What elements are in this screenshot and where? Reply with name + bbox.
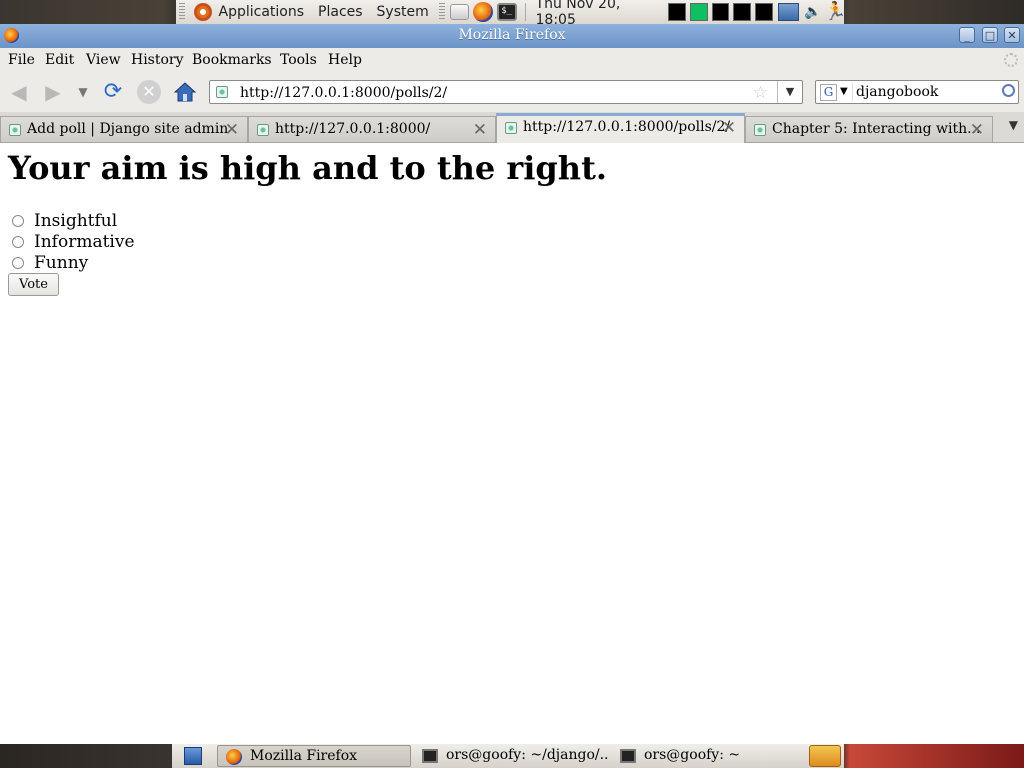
top-panel: Applications Places System $_ Thu Nov 20… (0, 0, 1024, 28)
close-tab-icon[interactable]: ✕ (722, 118, 736, 138)
places-menu[interactable]: Places (311, 4, 370, 20)
close-tab-icon[interactable]: ✕ (970, 120, 984, 140)
forward-arrow-icon[interactable]: ▶ (41, 81, 65, 103)
menu-edit[interactable]: Edit (45, 52, 74, 68)
vote-button[interactable]: Vote (8, 273, 59, 296)
tab-bar: Add poll | Django site admin ✕ http://12… (0, 112, 1024, 143)
address-bar[interactable]: http://127.0.0.1:8000/polls/2/ ☆ ▼ (209, 80, 803, 104)
tab-localhost[interactable]: http://127.0.0.1:8000/ ✕ (248, 116, 496, 142)
panel-separator (524, 3, 526, 21)
menu-history[interactable]: History (131, 52, 184, 68)
panel-handle[interactable] (438, 3, 445, 21)
close-tab-icon[interactable]: ✕ (473, 120, 487, 140)
panel-handle[interactable] (179, 3, 185, 21)
close-window-button[interactable]: ✕ (1004, 27, 1020, 43)
url-text[interactable]: http://127.0.0.1:8000/polls/2/ (240, 85, 447, 101)
history-dropdown-icon[interactable]: ▼ (74, 81, 92, 103)
tab-chapter-5[interactable]: Chapter 5: Interacting with... ✕ (745, 116, 993, 142)
tab-add-poll[interactable]: Add poll | Django site admin ✕ (0, 116, 248, 142)
bottom-panel: Mozilla Firefox ors@goofy: ~/django/... … (0, 744, 1024, 768)
applications-menu[interactable]: Applications (212, 4, 312, 20)
search-bar[interactable]: G ▼ (815, 80, 1019, 104)
terminal-icon[interactable]: $_ (496, 3, 517, 21)
taskbar-terminal-home[interactable]: ors@goofy: ~ (612, 745, 806, 767)
stop-icon[interactable]: ✕ (137, 80, 161, 104)
radio-button[interactable] (12, 236, 24, 248)
window-titlebar[interactable]: Mozilla Firefox _ □ ✕ (0, 24, 1024, 48)
tab-list-chevron-icon[interactable]: ▼ (1009, 118, 1018, 132)
show-desktop-icon[interactable] (184, 747, 202, 765)
tab-label: http://127.0.0.1:8000/ (275, 121, 431, 137)
taskbar-terminal-django[interactable]: ors@goofy: ~/django/... (414, 745, 608, 767)
tab-label: Chapter 5: Interacting with... (772, 121, 981, 137)
choice-label[interactable]: Funny (34, 253, 88, 273)
ubuntu-logo-icon[interactable] (193, 3, 212, 21)
logout-icon[interactable]: 🏃 (824, 2, 846, 22)
throbber-icon (1004, 53, 1018, 67)
task-label: ors@goofy: ~ (644, 747, 741, 763)
minimize-button[interactable]: _ (959, 27, 975, 43)
home-icon[interactable] (173, 81, 197, 103)
tab-label: http://127.0.0.1:8000/polls/2/ (523, 119, 731, 135)
menubar: File Edit View History Bookmarks Tools H… (0, 48, 1024, 72)
window-title: Mozilla Firefox (458, 27, 566, 43)
radio-button[interactable] (12, 215, 24, 227)
maximize-button[interactable]: □ (982, 27, 998, 43)
back-arrow-icon[interactable]: ◀ (7, 81, 31, 103)
close-tab-icon[interactable]: ✕ (225, 120, 239, 140)
menu-tools[interactable]: Tools (280, 52, 317, 68)
taskbar-firefox[interactable]: Mozilla Firefox (217, 745, 411, 767)
bookmark-star-icon[interactable]: ☆ (753, 83, 768, 103)
search-engine-button[interactable]: G ▼ (818, 83, 853, 101)
url-dropdown-icon[interactable]: ▼ (777, 81, 802, 103)
system-monitor-swap-icon[interactable] (733, 3, 752, 21)
firefox-icon[interactable] (473, 2, 493, 22)
choice-label[interactable]: Informative (34, 232, 135, 252)
bottom-panel-inner: Mozilla Firefox ors@goofy: ~/django/... … (172, 744, 844, 768)
volume-icon[interactable]: 🔈 (804, 4, 822, 20)
menu-view[interactable]: View (86, 52, 121, 68)
tab-favicon-icon (754, 124, 766, 136)
google-icon: G (820, 84, 837, 101)
site-identity-icon[interactable] (216, 86, 228, 98)
network-icon[interactable] (777, 3, 800, 21)
system-monitor-load-icon[interactable] (755, 3, 773, 21)
tab-favicon-icon (505, 122, 517, 134)
navigation-toolbar: ◀ ▶ ▼ ⟳ ✕ http://127.0.0.1:8000/polls/2/… (0, 72, 1024, 113)
panel-inner: Applications Places System $_ Thu Nov 20… (176, 0, 846, 28)
page-content: Your aim is high and to the right. Insig… (0, 143, 1024, 743)
search-icon[interactable] (1002, 84, 1015, 97)
tab-favicon-icon (9, 124, 21, 136)
firefox-icon (226, 749, 242, 765)
task-label: Mozilla Firefox (250, 748, 358, 764)
system-menu[interactable]: System (370, 4, 436, 20)
tab-label: Add poll | Django site admin (27, 121, 229, 137)
terminal-icon (620, 749, 636, 763)
choice-label[interactable]: Insightful (34, 211, 117, 231)
system-monitor-net-icon[interactable] (711, 3, 730, 21)
chevron-down-icon: ▼ (840, 86, 848, 97)
radio-button[interactable] (12, 257, 24, 269)
mail-icon[interactable] (449, 4, 470, 20)
tab-favicon-icon (257, 124, 269, 136)
task-label: ors@goofy: ~/django/... (446, 747, 608, 763)
poll-question-heading: Your aim is high and to the right. (8, 149, 607, 187)
tab-polls-2[interactable]: http://127.0.0.1:8000/polls/2/ ✕ (496, 113, 745, 143)
system-monitor-mem-icon[interactable] (690, 3, 708, 21)
terminal-icon (422, 749, 438, 763)
terminal-glyph: $_ (501, 6, 513, 16)
system-monitor-cpu-icon[interactable] (668, 3, 687, 21)
menu-file[interactable]: File (8, 52, 35, 68)
search-input[interactable] (856, 83, 996, 101)
reload-icon[interactable]: ⟳ (101, 81, 125, 103)
menu-help[interactable]: Help (328, 52, 362, 68)
menu-bookmarks[interactable]: Bookmarks (192, 52, 272, 68)
fish-applet-icon[interactable] (809, 745, 841, 767)
